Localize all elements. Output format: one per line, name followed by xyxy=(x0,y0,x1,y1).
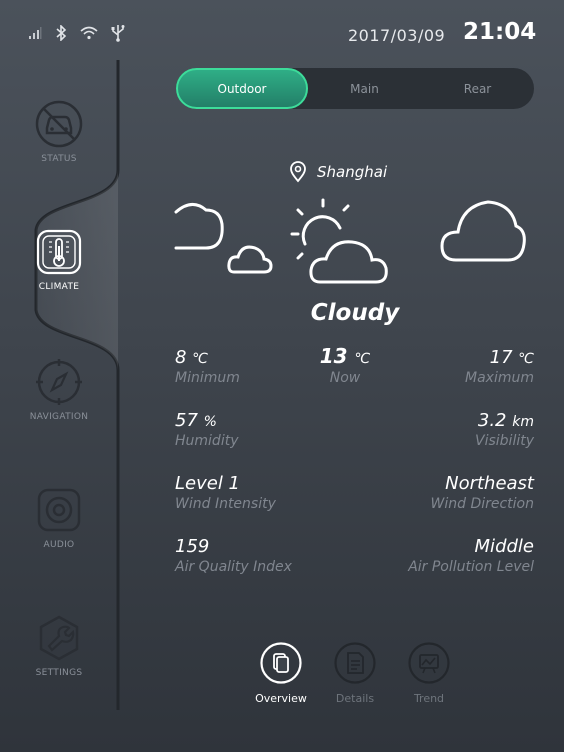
minimum-value: 8 xyxy=(175,347,187,368)
wind-direction-label: Wind Direction xyxy=(430,496,535,512)
partly-cloudy-icon xyxy=(290,198,388,284)
trend-icon xyxy=(408,642,450,684)
sidebar-item-label: SETTINGS xyxy=(35,668,83,678)
weather-illustration xyxy=(174,198,526,284)
signal-icon xyxy=(29,27,42,39)
tab-main[interactable]: Main xyxy=(308,68,421,109)
bottom-nav-trend[interactable]: Trend xyxy=(394,642,464,705)
maximum-unit: ℃ xyxy=(518,351,534,367)
small-cloud-icon xyxy=(227,245,273,274)
visibility-value: 3.2 xyxy=(477,410,507,431)
sidebar-item-settings[interactable]: SETTINGS xyxy=(20,614,98,678)
visibility-unit: km xyxy=(512,414,534,430)
metric-visibility: 3.2 km Visibility xyxy=(475,410,534,449)
bottom-nav-details[interactable]: Details xyxy=(320,642,390,705)
wind-direction-value: Northeast xyxy=(445,473,534,494)
maximum-value: 17 xyxy=(489,347,513,368)
bottom-nav-overview[interactable]: Overview xyxy=(246,642,316,705)
metric-humidity: 57 % Humidity xyxy=(175,410,238,449)
compass-icon xyxy=(36,359,82,405)
usb-icon xyxy=(111,25,125,42)
maximum-label: Maximum xyxy=(465,370,534,386)
cloud-right-icon xyxy=(440,200,526,262)
wifi-icon xyxy=(80,26,98,40)
metric-now: 13 ℃ Now xyxy=(290,344,400,386)
aqi-value: 159 xyxy=(175,536,210,557)
now-label: Now xyxy=(329,370,361,386)
thermometer-icon xyxy=(36,229,82,275)
sidebar-item-label: CLIMATE xyxy=(38,282,80,292)
now-unit: ℃ xyxy=(354,351,371,367)
minimum-label: Minimum xyxy=(175,370,240,386)
location[interactable]: Shanghai xyxy=(289,161,387,183)
weather-condition: Cloudy xyxy=(310,300,400,326)
sidebar-item-climate[interactable]: CLIMATE xyxy=(20,228,98,292)
sidebar-item-label: AUDIO xyxy=(43,540,75,550)
bottom-nav-label: Overview xyxy=(255,692,307,705)
bluetooth-icon xyxy=(56,25,67,41)
humidity-unit: % xyxy=(203,414,217,430)
cloud-icon xyxy=(174,203,224,250)
view-tabs: Outdoor Main Rear xyxy=(176,68,534,109)
sidebar-item-label: NAVIGATION xyxy=(29,412,89,422)
overview-icon xyxy=(260,642,302,684)
sidebar-item-label: STATUS xyxy=(41,154,77,164)
metric-aqi: 159 Air Quality Index xyxy=(175,536,292,575)
speaker-icon xyxy=(37,488,81,532)
visibility-label: Visibility xyxy=(475,433,534,449)
details-icon xyxy=(334,642,376,684)
date-display: 2017/03/09 xyxy=(348,26,446,45)
metric-wind-intensity: Level 1 Wind Intensity xyxy=(175,473,276,512)
pollution-label: Air Pollution Level xyxy=(408,559,534,575)
bottom-nav-label: Details xyxy=(335,692,375,705)
car-status-icon xyxy=(35,100,83,148)
minimum-unit: ℃ xyxy=(192,351,208,367)
humidity-value: 57 xyxy=(175,410,198,431)
status-icons xyxy=(28,24,126,42)
wind-intensity-label: Wind Intensity xyxy=(175,496,276,512)
metric-minimum: 8 ℃ Minimum xyxy=(175,347,240,386)
metric-maximum: 17 ℃ Maximum xyxy=(465,347,534,386)
location-pin-icon xyxy=(290,161,306,183)
sidebar-item-navigation[interactable]: NAVIGATION xyxy=(20,358,98,422)
pollution-value: Middle xyxy=(474,536,534,557)
wrench-icon xyxy=(39,615,79,661)
clock-display: 21:04 xyxy=(463,19,537,45)
humidity-label: Humidity xyxy=(175,433,239,449)
wind-intensity-value: Level 1 xyxy=(175,473,241,494)
location-name: Shanghai xyxy=(317,163,388,181)
now-value: 13 xyxy=(319,344,348,368)
tab-outdoor[interactable]: Outdoor xyxy=(176,68,308,109)
tab-rear[interactable]: Rear xyxy=(421,68,534,109)
sidebar-item-audio[interactable]: AUDIO xyxy=(20,486,98,550)
metric-wind-direction: Northeast Wind Direction xyxy=(431,473,535,512)
aqi-label: Air Quality Index xyxy=(175,559,292,575)
bottom-nav-label: Trend xyxy=(413,692,445,705)
sidebar-item-status[interactable]: STATUS xyxy=(20,100,98,164)
metric-pollution: Middle Air Pollution Level xyxy=(408,536,534,575)
